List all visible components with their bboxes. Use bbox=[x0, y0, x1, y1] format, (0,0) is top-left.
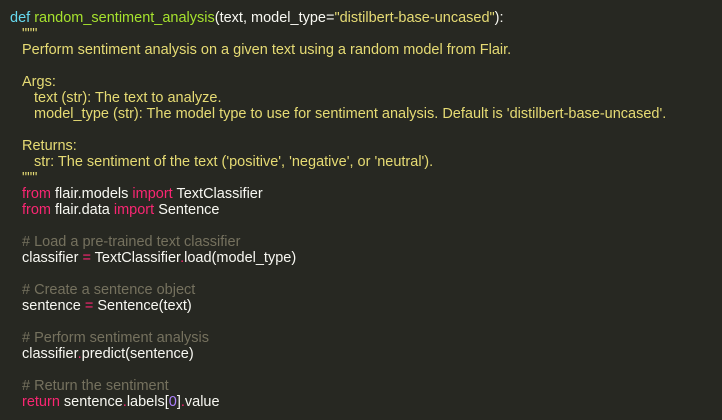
code-line-comment-load: # Load a pre-trained text classifier bbox=[0, 234, 722, 250]
classifier-class: TextClassifier bbox=[90, 250, 181, 266]
import-module: flair.data bbox=[51, 202, 114, 218]
code-line-classifier: classifier = TextClassifier.load(model_t… bbox=[0, 250, 722, 266]
default-value: "distilbert-base-uncased" bbox=[334, 10, 495, 26]
code-line-comment-create: # Create a sentence object bbox=[0, 282, 722, 298]
code-editor[interactable]: def random_sentiment_analysis(text, mode… bbox=[0, 0, 722, 420]
classifier-variable: classifier bbox=[22, 250, 83, 266]
code-line-doc-open: """ bbox=[0, 26, 722, 42]
assign-operator: = bbox=[82, 250, 91, 266]
from-keyword: from bbox=[22, 186, 51, 202]
params-open: (text, model_type= bbox=[214, 10, 335, 26]
return-object: sentence bbox=[59, 394, 123, 410]
code-line-predict: classifier.predict(sentence) bbox=[0, 346, 722, 362]
code-line-doc-summary: Perform sentiment analysis on a given te… bbox=[0, 42, 722, 58]
docstring-open: """ bbox=[22, 26, 38, 42]
code-line-comment-perform: # Perform sentiment analysis bbox=[0, 330, 722, 346]
code-line-doc-close: """ bbox=[0, 170, 722, 186]
docstring-args-header: Args: bbox=[22, 74, 56, 90]
docstring-summary: Perform sentiment analysis on a given te… bbox=[22, 42, 512, 58]
params-close: ): bbox=[494, 10, 504, 26]
comment-perform: # Perform sentiment analysis bbox=[22, 330, 209, 346]
code-line-arg-text: text (str): The text to analyze. bbox=[0, 90, 722, 106]
code-line-args-header: Args: bbox=[0, 74, 722, 90]
code-line-returns-value: str: The sentiment of the text ('positiv… bbox=[0, 154, 722, 170]
return-labels: labels[ bbox=[126, 394, 169, 410]
code-line-sentence: sentence = Sentence(text) bbox=[0, 298, 722, 314]
sentence-variable: sentence bbox=[22, 298, 85, 314]
return-value-attr: value bbox=[184, 394, 220, 410]
docstring-returns-header: Returns: bbox=[22, 138, 77, 154]
code-line-return: return sentence.labels[0].value bbox=[0, 394, 722, 410]
code-line-arg-model: model_type (str): The model type to use … bbox=[0, 106, 722, 122]
def-keyword: def bbox=[10, 10, 31, 26]
predict-object: classifier bbox=[22, 346, 78, 362]
classifier-load-call: load(model_type) bbox=[184, 250, 297, 266]
code-line-comment-return: # Return the sentiment bbox=[0, 378, 722, 394]
code-line-def: def random_sentiment_analysis(text, mode… bbox=[0, 10, 722, 26]
return-index: 0 bbox=[168, 394, 177, 410]
return-keyword: return bbox=[22, 394, 60, 410]
code-line-returns-header: Returns: bbox=[0, 138, 722, 154]
code-line-import-models: from flair.models import TextClassifier bbox=[0, 186, 722, 202]
docstring-close: """ bbox=[22, 170, 38, 186]
code-line-import-data: from flair.data import Sentence bbox=[0, 202, 722, 218]
predict-call: predict(sentence) bbox=[81, 346, 194, 362]
function-name: random_sentiment_analysis bbox=[34, 10, 215, 26]
from-keyword: from bbox=[22, 202, 51, 218]
import-module: flair.models bbox=[51, 186, 133, 202]
import-keyword: import bbox=[132, 186, 173, 202]
import-keyword: import bbox=[113, 202, 155, 218]
import-name: TextClassifier bbox=[172, 186, 263, 202]
docstring-returns-value: str: The sentiment of the text ('positiv… bbox=[34, 154, 434, 170]
comment-load: # Load a pre-trained text classifier bbox=[22, 234, 241, 250]
docstring-arg-model: model_type (str): The model type to use … bbox=[34, 106, 667, 122]
comment-return: # Return the sentiment bbox=[22, 378, 169, 394]
docstring-arg-text: text (str): The text to analyze. bbox=[34, 90, 222, 106]
import-name: Sentence bbox=[154, 202, 220, 218]
comment-create: # Create a sentence object bbox=[22, 282, 196, 298]
sentence-constructor: Sentence(text) bbox=[93, 298, 192, 314]
